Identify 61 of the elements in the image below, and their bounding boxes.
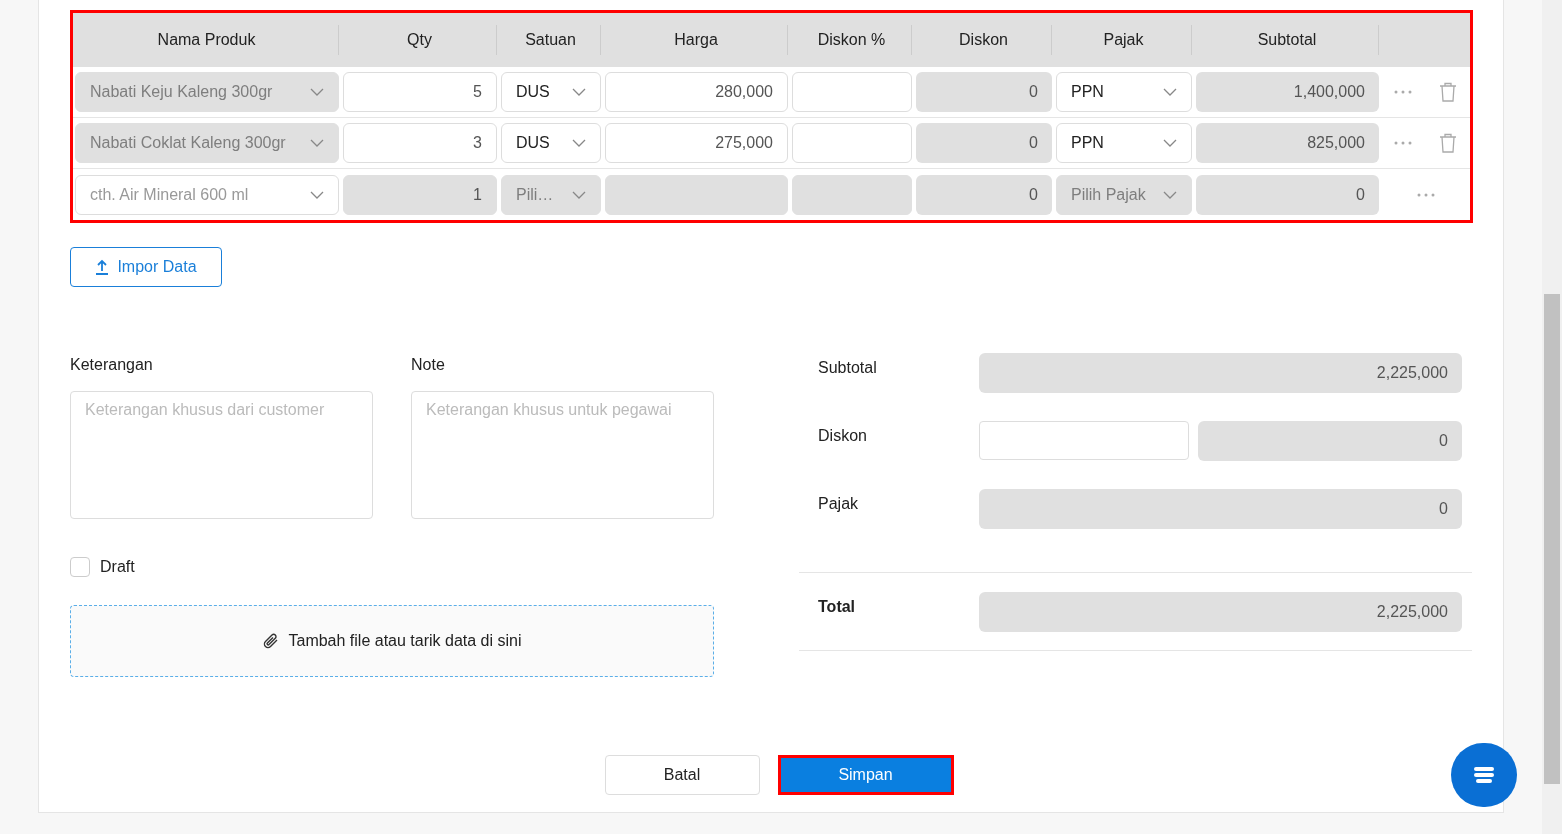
readonly-field: 1,400,000 [1196,72,1379,112]
readonly-field: 0 [916,72,1052,112]
input-field[interactable] [792,123,912,163]
chevron-down-icon [572,139,586,147]
summary-label: Subtotal [818,358,878,378]
text-area[interactable]: Keterangan khusus untuk pegawai [411,391,714,519]
trash-icon[interactable] [1438,133,1457,153]
menu-icon [1473,766,1495,784]
save-button[interactable]: Simpan [777,755,954,795]
input-field[interactable]: 275,000 [605,123,788,163]
chevron-down-icon [310,190,324,199]
readonly-field: 0 [979,489,1462,529]
column-header: Pajak [1103,30,1144,50]
field-label: Keterangan [70,355,154,375]
column-header: Nama Produk [157,30,256,50]
summary-label: Pajak [818,494,860,514]
trash-icon[interactable] [1438,82,1457,102]
chevron-down-icon [1163,139,1177,147]
readonly-field: 0 [1198,421,1462,461]
more-icon[interactable] [1416,192,1435,197]
column-header: Diskon % [817,30,886,50]
chevron-down-icon [572,88,586,96]
scrollbar[interactable] [1542,0,1562,834]
column-header: Diskon [959,30,1008,50]
cancel-button[interactable]: Batal [604,755,760,795]
more-icon[interactable] [1394,90,1413,94]
chevron-down-icon [310,139,324,147]
readonly-field: 0 [916,123,1052,163]
input-field[interactable]: 3 [343,123,497,163]
draft-checkbox[interactable] [70,557,90,577]
readonly-field: 0 [1196,174,1379,215]
select-field[interactable]: PPN [1056,123,1192,163]
column-header: Subtotal [1257,30,1317,50]
readonly-field: 2,225,000 [979,353,1462,393]
upload-icon [95,259,110,275]
import-button[interactable]: Impor Data [70,247,222,287]
chevron-down-icon [310,88,324,96]
summary-label: Diskon [818,426,868,446]
chevron-down-icon [572,190,586,199]
chevron-down-icon [1163,190,1177,199]
readonly-field: 0 [916,174,1052,215]
input-field[interactable] [979,421,1189,460]
column-header: Harga [674,30,718,50]
select-field[interactable]: DUS [501,72,601,112]
field-label: Note [411,355,446,375]
readonly-field: 825,000 [1196,123,1379,163]
dropzone-text: Tambah file atau tarik data di sini [288,631,522,651]
total-label: Total [818,596,857,617]
input-field[interactable]: 5 [343,72,497,112]
input-field[interactable]: 280,000 [605,72,788,112]
column-header: Satuan [525,30,576,50]
text-area[interactable]: Keterangan khusus dari customer [70,391,373,519]
input-field[interactable] [792,72,912,112]
readonly-field: 2,225,000 [979,592,1462,632]
select-field[interactable]: PPN [1056,72,1192,112]
chevron-down-icon [1163,88,1177,96]
select-field[interactable]: DUS [501,123,601,163]
checkbox-label: Draft [100,557,135,577]
file-dropzone[interactable]: Tambah file atau tarik data di sini [70,605,714,677]
more-icon[interactable] [1394,141,1413,145]
column-header: Qty [407,30,432,50]
